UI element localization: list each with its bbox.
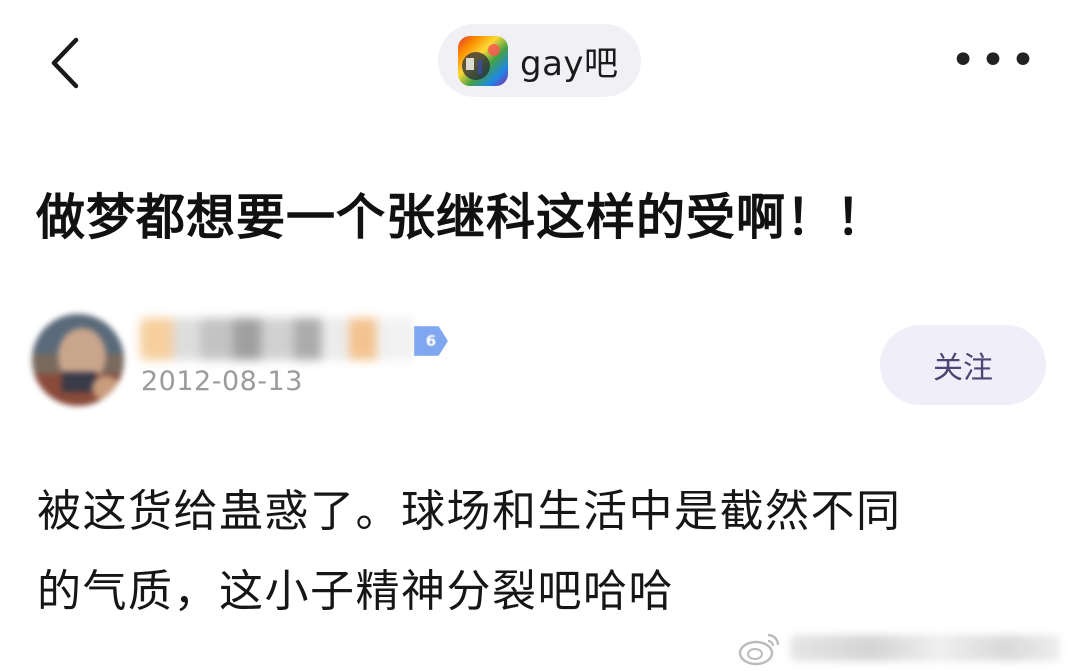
more-horizontal-icon: ••• [950, 35, 1040, 86]
back-button[interactable] [30, 28, 100, 98]
post-title: 做梦都想要一个张继科这样的受啊！！ [36, 189, 887, 246]
follow-button[interactable]: 关注 [880, 325, 1046, 405]
author-avatar[interactable] [32, 314, 124, 406]
post-body-line: 被这货给蛊惑了。球场和生活中是截然不同 [37, 486, 902, 537]
forum-avatar-icon [458, 35, 508, 86]
more-button[interactable]: ••• [950, 38, 1036, 84]
forum-pill[interactable]: gay吧 [438, 24, 641, 97]
post-body: 被这货给蛊惑了。球场和生活中是截然不同 的气质，这小子精神分裂吧哈哈 [37, 472, 1047, 632]
weibo-watermark [738, 628, 1073, 668]
post-detail-page: gay吧 ••• 做梦都想要一个张继科这样的受啊！！ 6 2012-08-13 … [0, 0, 1080, 671]
author-name[interactable] [140, 318, 415, 360]
chevron-left-icon [51, 37, 79, 89]
post-body-line: 的气质，这小子精神分裂吧哈哈 [37, 566, 674, 617]
watermark-text [790, 635, 1060, 661]
weibo-logo-icon [738, 633, 780, 666]
post-date: 2012-08-13 [141, 366, 303, 397]
level-badge: 6 [414, 326, 448, 356]
forum-name: gay吧 [520, 44, 619, 84]
